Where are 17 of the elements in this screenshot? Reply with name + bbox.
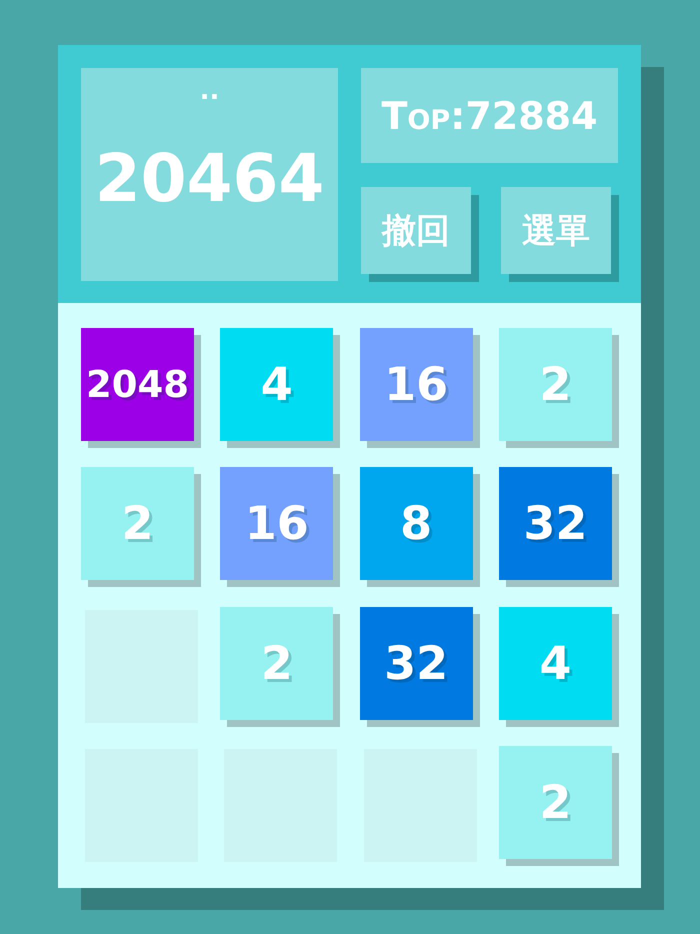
number-tile: 2: [220, 606, 334, 720]
number-tile: 8: [360, 467, 473, 580]
number-tile: 2: [498, 328, 612, 441]
number-tile: 2048: [81, 328, 194, 441]
undo-button[interactable]: 撤回: [361, 187, 471, 274]
number-tile: 32: [498, 467, 612, 580]
number-tile: 16: [360, 328, 473, 441]
score-label: ..: [200, 76, 220, 106]
number-tile: 2: [81, 467, 194, 580]
number-tile: 4: [220, 328, 334, 441]
score-value: 20464: [94, 142, 324, 216]
number-tile: 16: [220, 467, 334, 580]
number-tile: 4: [498, 606, 612, 720]
menu-button[interactable]: 選單: [501, 187, 611, 274]
top-score-panel: Top:72884: [361, 68, 618, 163]
number-tile: 32: [360, 606, 473, 720]
number-tile: 2: [498, 746, 612, 859]
